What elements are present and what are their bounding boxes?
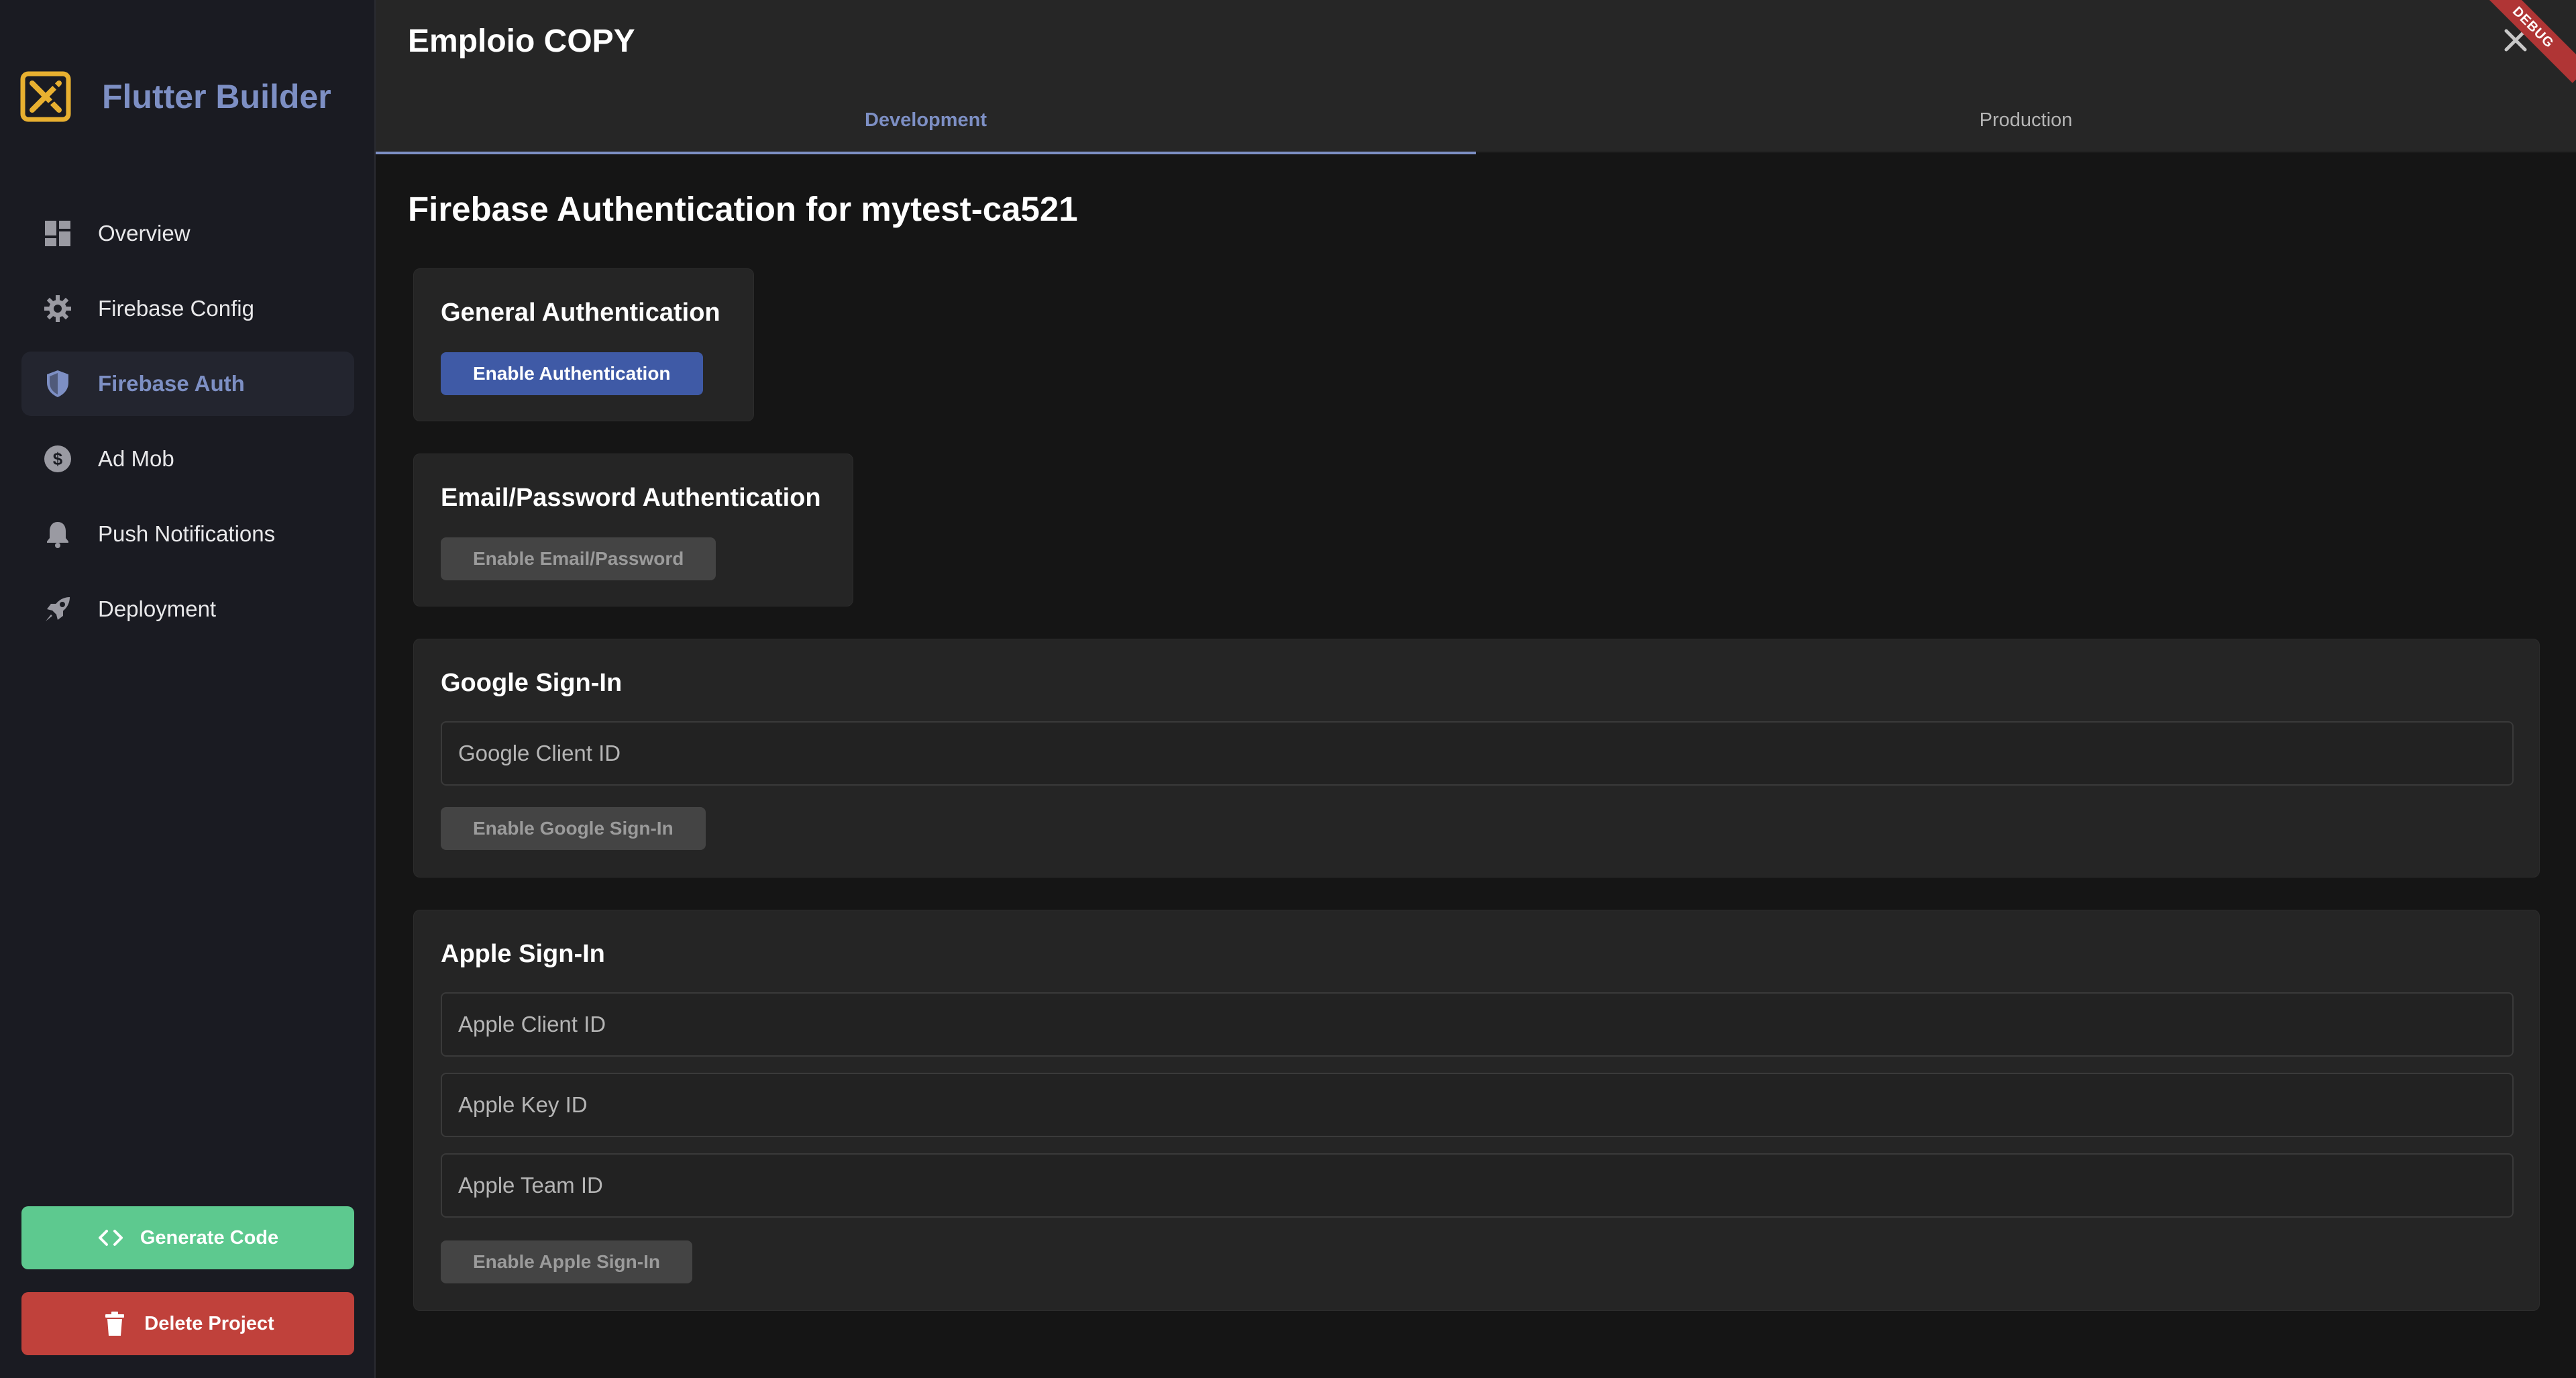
card-title: Apple Sign-In bbox=[441, 940, 605, 968]
generate-code-button[interactable]: Generate Code bbox=[21, 1206, 354, 1269]
sidebar-item-push-notifications[interactable]: Push Notifications bbox=[21, 502, 354, 566]
svg-text:$: $ bbox=[53, 449, 63, 469]
sidebar-item-label: Deployment bbox=[98, 596, 217, 621]
apple-signin-card: Apple Sign-In Enable Apple Sign-In bbox=[413, 910, 2540, 1311]
tab-development[interactable]: Development bbox=[376, 87, 1476, 154]
card-title: General Authentication bbox=[441, 299, 720, 327]
enable-email-password-button[interactable]: Enable Email/Password bbox=[441, 537, 716, 580]
google-signin-card: Google Sign-In Enable Google Sign-In bbox=[413, 639, 2540, 878]
sidebar-item-firebase-config[interactable]: Firebase Config bbox=[21, 276, 354, 341]
shield-icon bbox=[43, 369, 72, 399]
brand: Flutter Builder bbox=[20, 70, 331, 123]
sidebar-item-firebase-auth[interactable]: Firebase Auth bbox=[21, 352, 354, 416]
enable-google-signin-button[interactable]: Enable Google Sign-In bbox=[441, 807, 706, 850]
flutter-builder-logo-icon bbox=[20, 71, 71, 122]
general-auth-card: General Authentication Enable Authentica… bbox=[413, 268, 754, 421]
sidebar-item-overview[interactable]: Overview bbox=[21, 201, 354, 266]
card-title: Google Sign-In bbox=[441, 669, 623, 697]
enable-apple-signin-button[interactable]: Enable Apple Sign-In bbox=[441, 1240, 692, 1283]
rocket-icon bbox=[43, 594, 72, 624]
sidebar-item-label: Firebase Auth bbox=[98, 371, 245, 396]
gear-icon bbox=[43, 294, 72, 323]
brand-name: Flutter Builder bbox=[102, 78, 331, 115]
enable-authentication-button[interactable]: Enable Authentication bbox=[441, 352, 703, 395]
email-auth-card: Email/Password Authentication Enable Ema… bbox=[413, 454, 853, 606]
card-title: Email/Password Authentication bbox=[441, 484, 821, 512]
generate-code-label: Generate Code bbox=[140, 1226, 279, 1249]
sidebar-item-ad-mob[interactable]: $ Ad Mob bbox=[21, 427, 354, 491]
environment-tabs: Development Production bbox=[376, 87, 2576, 154]
google-client-id-input[interactable] bbox=[441, 721, 2514, 786]
code-icon bbox=[98, 1230, 123, 1246]
page-title: Firebase Authentication for mytest-ca521 bbox=[408, 190, 1078, 228]
app-title: Emploio COPY bbox=[408, 23, 635, 59]
bell-icon bbox=[43, 519, 72, 549]
header: Emploio COPY DEBUG Development Productio… bbox=[376, 0, 2576, 154]
sidebar: Flutter Builder Overview Firebase Config… bbox=[0, 0, 376, 1378]
delete-project-label: Delete Project bbox=[144, 1312, 274, 1334]
delete-project-button[interactable]: Delete Project bbox=[21, 1292, 354, 1355]
apple-team-id-input[interactable] bbox=[441, 1153, 2514, 1218]
main-panel: Emploio COPY DEBUG Development Productio… bbox=[376, 0, 2576, 1378]
sidebar-item-label: Push Notifications bbox=[98, 521, 276, 546]
sidebar-item-deployment[interactable]: Deployment bbox=[21, 577, 354, 641]
apple-client-id-input[interactable] bbox=[441, 992, 2514, 1057]
sidebar-item-label: Ad Mob bbox=[98, 446, 174, 471]
tab-production[interactable]: Production bbox=[1476, 87, 2576, 153]
sidebar-item-label: Overview bbox=[98, 221, 191, 246]
sidebar-nav: Overview Firebase Config Firebase Auth $… bbox=[21, 201, 354, 652]
sidebar-item-label: Firebase Config bbox=[98, 296, 254, 321]
trash-icon bbox=[105, 1312, 125, 1336]
dollar-icon: $ bbox=[43, 444, 72, 474]
dashboard-icon bbox=[43, 219, 72, 248]
apple-key-id-input[interactable] bbox=[441, 1073, 2514, 1137]
